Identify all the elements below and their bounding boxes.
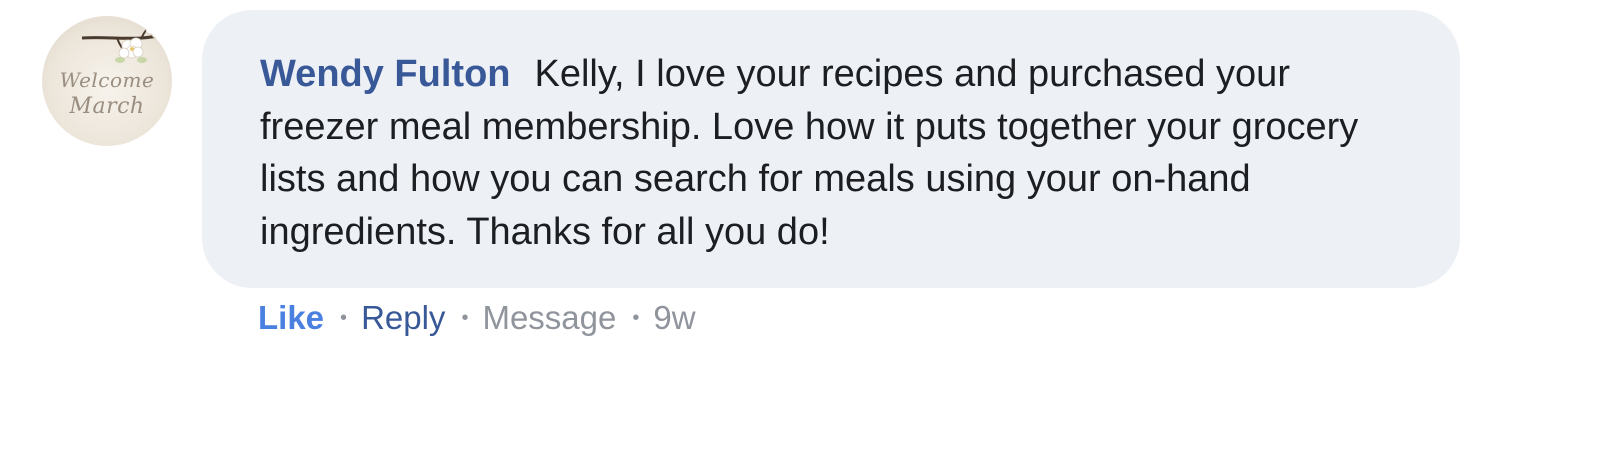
message-button[interactable]: Message: [482, 296, 616, 340]
comment-timestamp[interactable]: 9w: [653, 296, 695, 340]
reply-button[interactable]: Reply: [361, 296, 445, 340]
avatar-caption-line1: Welcome: [59, 68, 155, 92]
comment-actions: Like • Reply • Message • 9w: [258, 294, 696, 340]
avatar-caption-line2: March: [69, 94, 145, 119]
avatar[interactable]: Welcome March: [42, 16, 172, 146]
separator-dot: •: [632, 307, 640, 330]
separator-dot: •: [461, 307, 469, 330]
comment-author-link[interactable]: Wendy Fulton: [260, 53, 511, 95]
separator-dot: •: [340, 307, 348, 330]
like-button[interactable]: Like: [258, 296, 324, 340]
comment-body: Wendy Fulton Kelly, I love your recipes a…: [260, 48, 1404, 258]
comment-bubble: Wendy Fulton Kelly, I love your recipes a…: [202, 10, 1460, 288]
